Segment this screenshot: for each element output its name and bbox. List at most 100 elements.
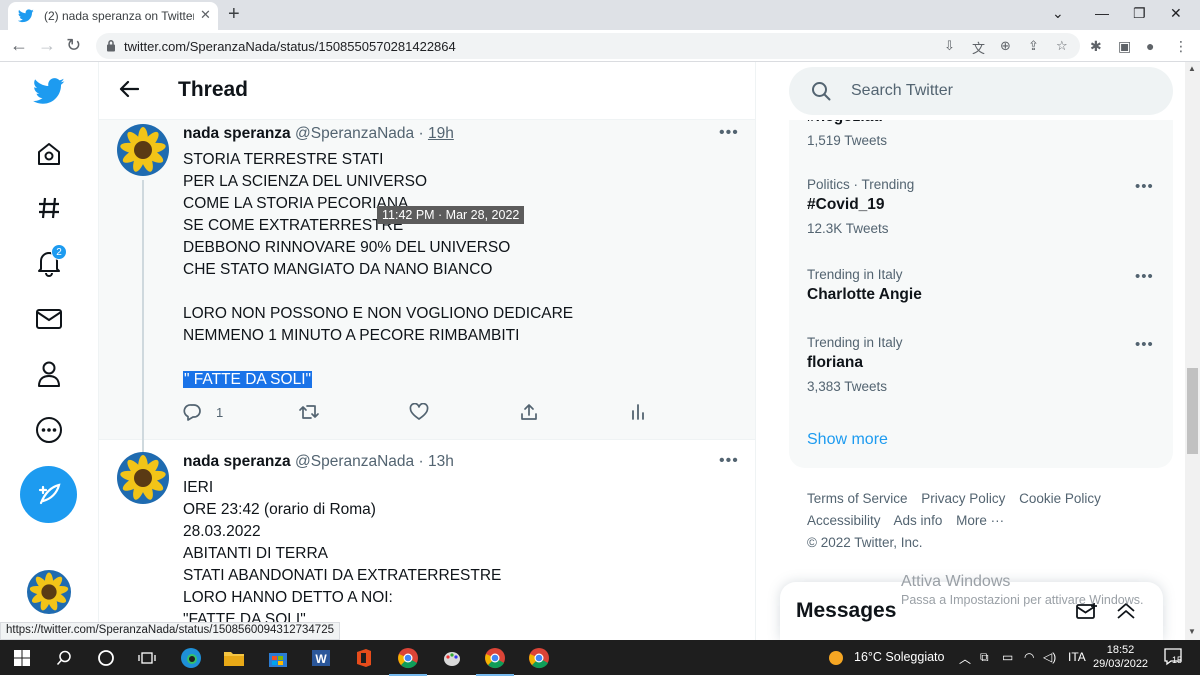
accessibility-link[interactable]: Accessibility xyxy=(807,513,881,528)
tweet-line: ORE 23:42 (orario di Roma) xyxy=(183,501,376,518)
page-scrollbar[interactable]: ▲ ▼ xyxy=(1185,62,1200,640)
analytics-button[interactable] xyxy=(631,403,645,421)
file-explorer-icon[interactable] xyxy=(221,645,247,671)
office-icon[interactable] xyxy=(351,645,377,671)
chrome-profile-icon[interactable] xyxy=(476,645,514,676)
author-handle[interactable]: @SperanzaNada xyxy=(295,453,414,470)
maximize-icon[interactable]: ❐ xyxy=(1133,5,1146,22)
compose-tweet-button[interactable] xyxy=(20,466,77,523)
search-taskbar-icon[interactable] xyxy=(51,645,77,671)
paint-icon[interactable] xyxy=(439,645,465,671)
explore-hashtag-icon[interactable] xyxy=(30,189,68,227)
reply-count: 1 xyxy=(216,404,224,420)
footer-more-link[interactable]: More ··· xyxy=(956,513,1004,528)
twitter-logo-icon[interactable] xyxy=(30,72,68,110)
trend-item[interactable]: Politics · Trending #Covid_19 12.3K Twee… xyxy=(807,176,1147,238)
edge-icon[interactable] xyxy=(178,645,204,671)
side-panel-icon[interactable]: ▣ xyxy=(1118,38,1131,55)
scroll-up-icon[interactable]: ▲ xyxy=(1188,64,1196,73)
bookmark-star-icon[interactable]: ☆ xyxy=(1056,38,1068,54)
privacy-link[interactable]: Privacy Policy xyxy=(921,491,1005,506)
tab-close-icon[interactable]: ✕ xyxy=(200,7,211,23)
tweet-more-icon[interactable]: ••• xyxy=(719,124,739,142)
search-icon xyxy=(811,81,831,106)
back-nav-icon[interactable]: ← xyxy=(10,35,28,56)
reload-icon[interactable]: ↻ xyxy=(66,35,81,56)
tab-search-icon[interactable]: ⌄ xyxy=(1052,5,1064,22)
tray-expand-icon[interactable]: ︿ xyxy=(959,650,971,667)
tweet-more-icon[interactable]: ••• xyxy=(719,452,739,470)
chrome-app-icon[interactable] xyxy=(526,645,552,671)
install-app-icon[interactable]: ⇩ xyxy=(944,38,955,54)
tweet-header: nada speranza @SperanzaNada · 13h xyxy=(183,453,454,471)
back-arrow-icon[interactable] xyxy=(119,80,140,103)
selected-text: " FATTE DA SOLI" xyxy=(183,371,312,388)
thread-connector-line xyxy=(142,440,144,452)
ads-info-link[interactable]: Ads info xyxy=(894,513,943,528)
chrome-icon[interactable] xyxy=(389,645,427,676)
profile-person-icon[interactable] xyxy=(30,355,68,393)
browser-menu-icon[interactable]: ⋮ xyxy=(1174,38,1188,55)
wifi-icon[interactable]: ◠ xyxy=(1024,650,1034,664)
profile-icon[interactable]: ● xyxy=(1146,38,1154,54)
show-more-link[interactable]: Show more xyxy=(807,431,888,449)
forward-nav-icon[interactable]: → xyxy=(38,35,56,56)
tweet-author-avatar[interactable] xyxy=(117,452,169,504)
share-icon[interactable]: ⇪ xyxy=(1028,38,1039,54)
terms-link[interactable]: Terms of Service xyxy=(807,491,908,506)
like-button[interactable] xyxy=(409,403,429,421)
weather-text[interactable]: 16°C Soleggiato xyxy=(854,650,944,664)
scroll-down-icon[interactable]: ▼ xyxy=(1188,627,1196,636)
tweet-author-avatar[interactable] xyxy=(117,124,169,176)
tweet[interactable]: nada speranza @SperanzaNada · 13h ••• IE… xyxy=(99,440,755,640)
clock-date: 29/03/2022 xyxy=(1093,658,1149,670)
scrollbar-thumb[interactable] xyxy=(1187,368,1198,454)
share-tweet-button[interactable] xyxy=(520,403,538,421)
tray-device-icon[interactable]: ⧉ xyxy=(980,650,989,665)
tweet-line: PER LA SCIENZA DEL UNIVERSO xyxy=(183,173,428,190)
tweet-timestamp[interactable]: 19h xyxy=(428,125,454,142)
tweet[interactable]: nada speranza @SperanzaNada · 19h ••• ST… xyxy=(99,120,755,442)
search-box[interactable]: Search Twitter xyxy=(789,67,1173,115)
heart-icon xyxy=(409,403,429,420)
task-view-icon[interactable] xyxy=(134,645,160,671)
sidebar-footer: Terms of Service Privacy Policy Cookie P… xyxy=(807,488,1167,554)
window-close-icon[interactable]: ✕ xyxy=(1170,5,1182,22)
store-icon[interactable] xyxy=(265,645,291,671)
translate-icon[interactable]: 文 xyxy=(972,38,985,57)
trend-more-icon[interactable]: ••• xyxy=(1135,178,1154,195)
browser-tab[interactable]: (2) nada speranza on Twitter: "AV ✕ xyxy=(8,2,218,30)
twitter-favicon-icon xyxy=(17,9,34,28)
trend-more-icon[interactable]: ••• xyxy=(1135,336,1154,353)
author-handle[interactable]: @SperanzaNada xyxy=(295,125,414,142)
more-options-icon[interactable] xyxy=(30,411,68,449)
cookie-link[interactable]: Cookie Policy xyxy=(1019,491,1101,506)
trend-item[interactable]: Trending in Italy floriana 3,383 Tweets xyxy=(807,334,1147,396)
extensions-icon[interactable]: ✱ xyxy=(1090,38,1102,55)
volume-icon[interactable]: ◁) xyxy=(1043,650,1056,664)
reply-icon xyxy=(183,404,201,421)
taskbar-clock[interactable]: 18:52 29/03/2022 xyxy=(1093,643,1148,671)
windows-start-icon[interactable] xyxy=(9,645,35,671)
new-tab-icon[interactable]: + xyxy=(228,3,240,26)
reply-button[interactable]: 1 xyxy=(183,403,223,421)
trend-item[interactable]: #negoziati 1,519 Tweets xyxy=(807,120,1147,150)
author-name[interactable]: nada speranza xyxy=(183,453,291,470)
address-bar[interactable]: twitter.com/SperanzaNada/status/15085505… xyxy=(96,33,1080,59)
minimize-icon[interactable]: — xyxy=(1095,5,1109,21)
cortana-icon[interactable] xyxy=(93,645,119,671)
weather-sun-icon[interactable] xyxy=(828,650,844,671)
trend-more-icon[interactable]: ••• xyxy=(1135,268,1154,285)
word-icon[interactable]: W xyxy=(308,645,334,671)
messages-mail-icon[interactable] xyxy=(30,300,68,338)
zoom-icon[interactable]: ⊕ xyxy=(1000,38,1011,54)
account-avatar[interactable] xyxy=(27,570,71,614)
tweet-timestamp[interactable]: 13h xyxy=(428,453,454,470)
language-indicator[interactable]: ITA xyxy=(1068,650,1086,664)
home-icon[interactable] xyxy=(30,135,68,173)
header-separator: · xyxy=(418,125,424,142)
trend-item[interactable]: Trending in Italy Charlotte Angie xyxy=(807,266,1147,306)
battery-icon[interactable]: ▭ xyxy=(1002,650,1013,664)
retweet-button[interactable] xyxy=(298,403,320,421)
author-name[interactable]: nada speranza xyxy=(183,125,291,142)
